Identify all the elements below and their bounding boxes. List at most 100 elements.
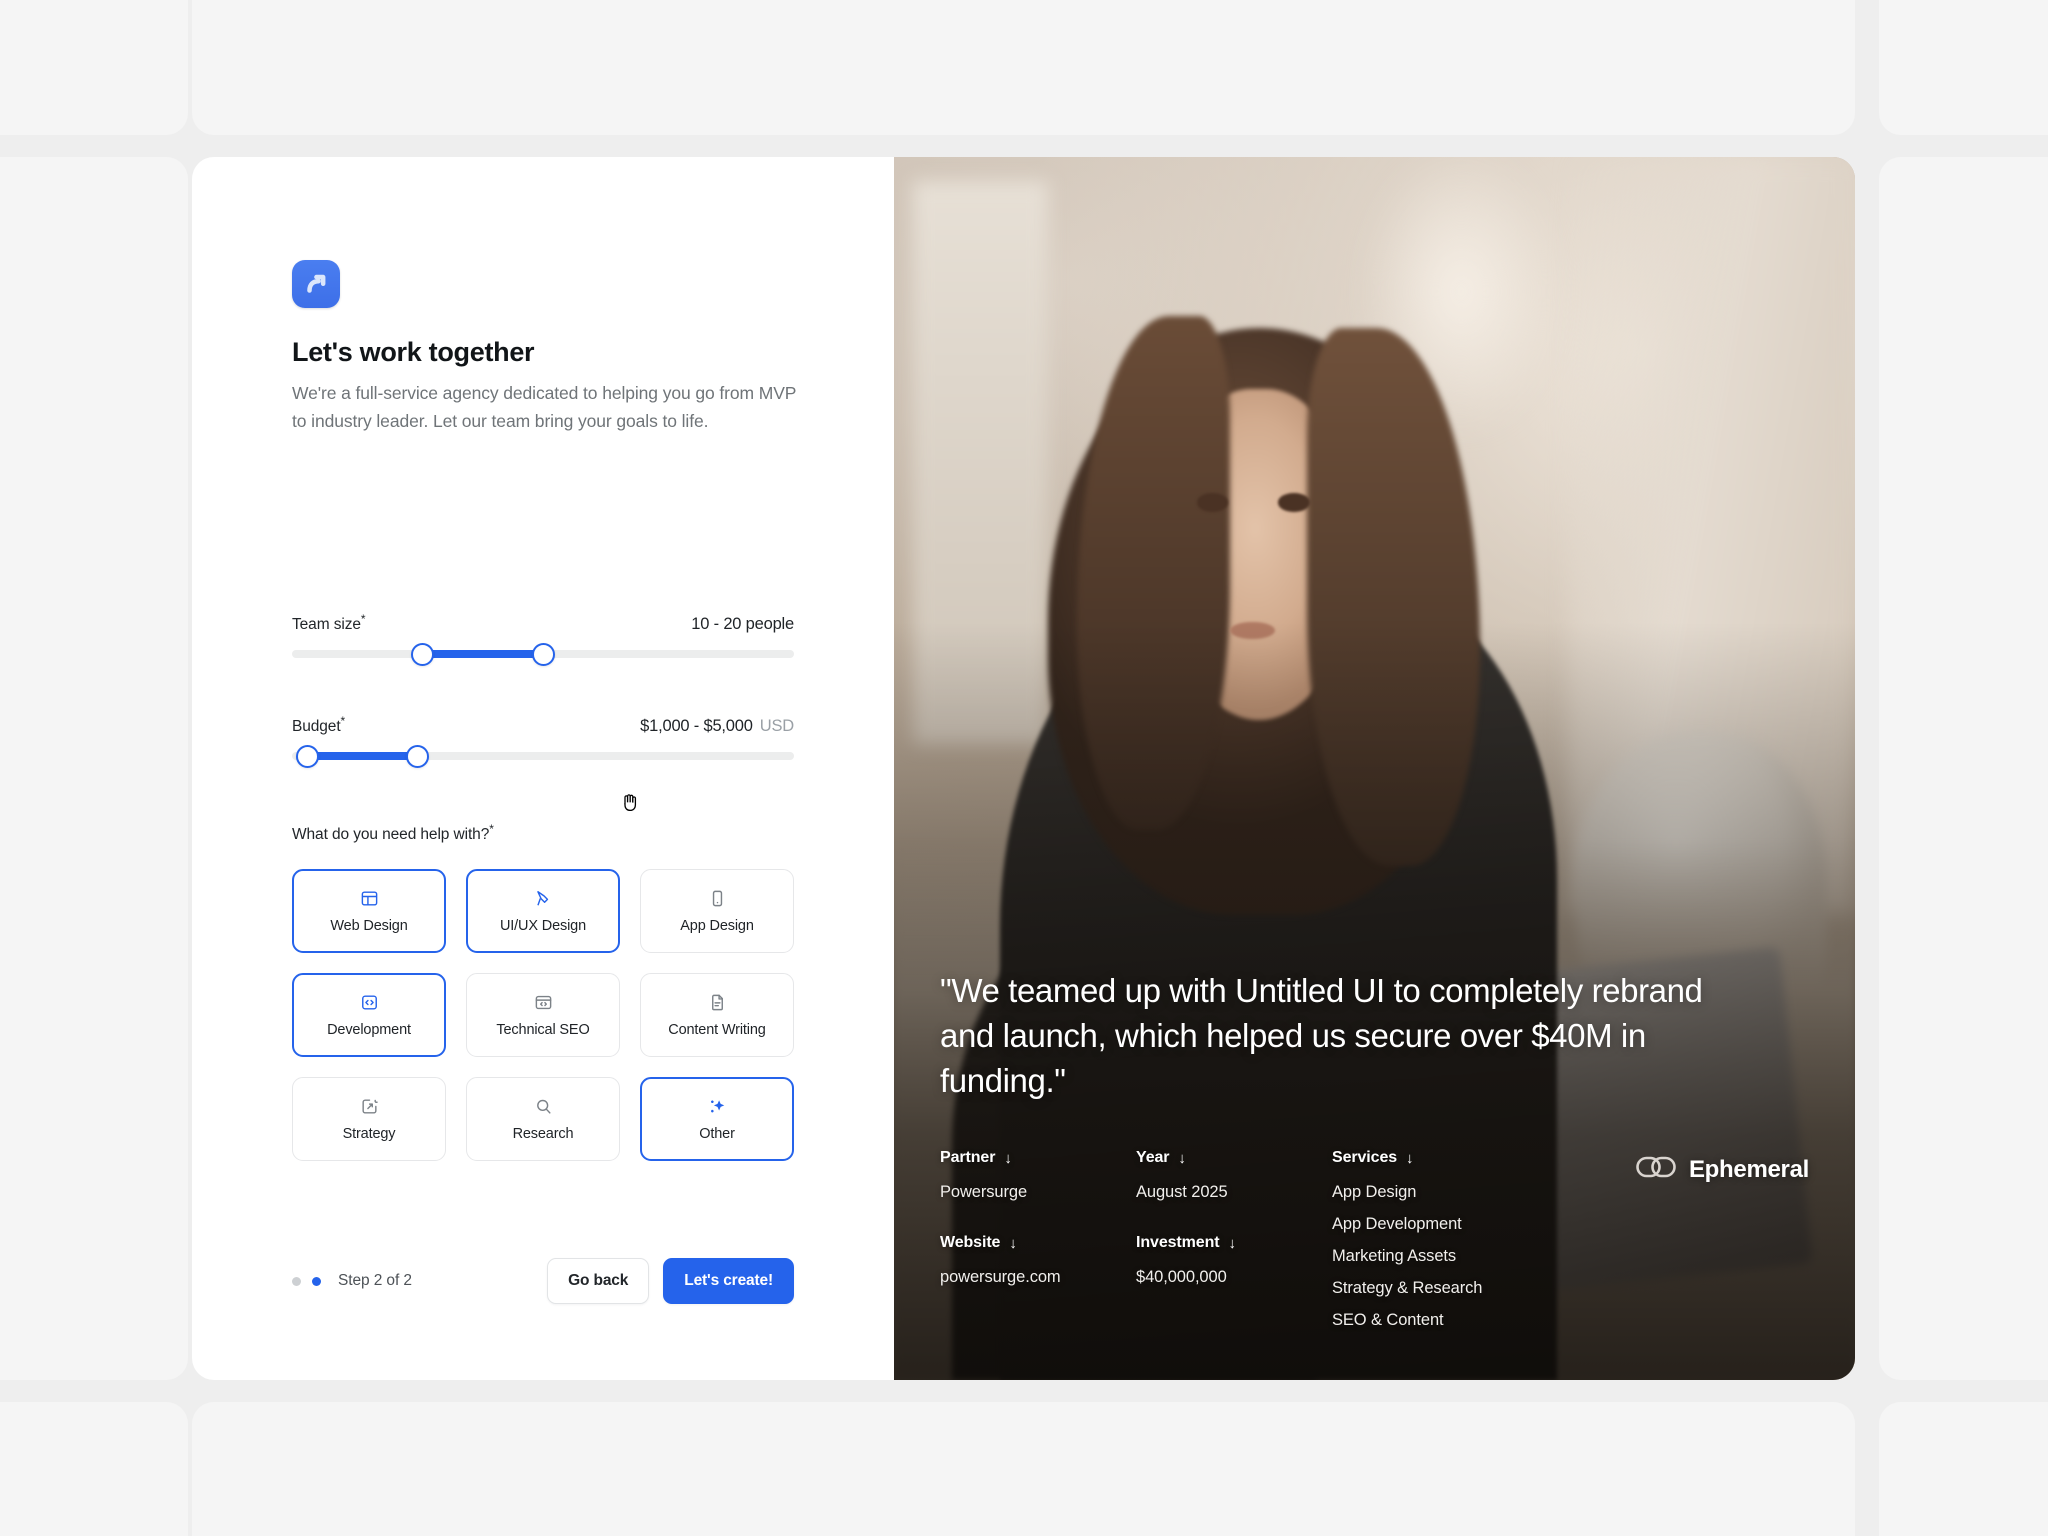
code-brackets-icon (360, 993, 379, 1013)
budget-max-handle[interactable] (406, 744, 429, 768)
service-item: App Design (1332, 1183, 1417, 1201)
help-options-grid: Web Design UI/UX Design App Design Devel… (292, 869, 794, 1161)
team-size-max-handle[interactable] (531, 642, 555, 666)
meta-heading: Services ↓ (1332, 1149, 1414, 1167)
meta-heading: Investment ↓ (1136, 1234, 1236, 1252)
budget-field: Budget* $1,000 - $5,000 USD (292, 714, 794, 768)
step-label: Step 2 of 2 (338, 1272, 412, 1289)
meta-group-year: Year ↓ August 2025 (1136, 1149, 1332, 1208)
interlocking-loops-icon (1635, 1153, 1677, 1186)
background-card (1879, 1402, 2048, 1536)
brand-logo (292, 260, 340, 308)
client-logo-name: Ephemeral (1688, 1155, 1809, 1183)
arrow-down-icon: ↓ (1009, 1234, 1017, 1252)
budget-currency: USD (759, 717, 794, 736)
option-label: App Design (680, 917, 754, 934)
browser-code-icon (534, 993, 553, 1013)
meta-group-investment: Investment ↓ $40,000,000 (1136, 1234, 1332, 1293)
meta-heading: Partner ↓ (940, 1149, 1012, 1167)
screen: Let's work together We're a full-service… (0, 0, 2048, 1536)
meta-value: Powersurge (940, 1183, 1028, 1201)
footer-buttons: Go back Let's create! (547, 1258, 794, 1304)
option-label: Content Writing (668, 1021, 766, 1038)
team-size-field: Team size* 10 - 20 people (292, 612, 794, 666)
option-app-design[interactable]: App Design (640, 869, 794, 953)
meta-column-partner-website: Partner ↓ Powersurge Website ↓ powersurg… (940, 1149, 1136, 1293)
option-development[interactable]: Development (292, 973, 446, 1057)
testimonial-meta: Partner ↓ Powersurge Website ↓ powersurg… (940, 1149, 1809, 1336)
help-with-label: What do you need help with?* (292, 822, 494, 844)
step-dot-1[interactable] (292, 1276, 301, 1286)
arrow-down-icon: ↓ (1228, 1234, 1236, 1252)
service-item: Strategy & Research (1332, 1279, 1483, 1297)
form-pane: Let's work together We're a full-service… (192, 157, 894, 1380)
meta-value: $40,000,000 (1136, 1268, 1227, 1286)
option-label: Development (327, 1021, 411, 1038)
phone-icon (708, 889, 727, 909)
sparkles-icon (707, 1097, 727, 1117)
background-card (0, 157, 188, 1380)
meta-heading: Website ↓ (940, 1234, 1017, 1252)
arrow-down-icon: ↓ (1406, 1149, 1414, 1167)
option-strategy[interactable]: Strategy (292, 1077, 446, 1161)
form-footer: Step 2 of 2 Go back Let's create! (292, 1258, 794, 1304)
background-card (192, 1402, 1855, 1536)
background-card (1879, 0, 2048, 135)
background-card (0, 0, 188, 135)
testimonial-overlay: "We teamed up with Untitled UI to comple… (894, 968, 1855, 1380)
option-other[interactable]: Other (640, 1077, 794, 1161)
layout-grid-icon (360, 889, 379, 909)
option-ui-ux-design[interactable]: UI/UX Design (466, 869, 620, 953)
budget-min-handle[interactable] (295, 744, 319, 768)
target-arrow-icon (360, 1097, 379, 1117)
arrow-down-icon: ↓ (1178, 1149, 1186, 1167)
submit-button[interactable]: Let's create! (663, 1258, 794, 1304)
service-item: SEO & Content (1332, 1311, 1444, 1329)
budget-slider[interactable] (292, 744, 794, 768)
step-dot-2[interactable] (312, 1276, 321, 1286)
meta-group-website: Website ↓ powersurge.com (940, 1234, 1136, 1293)
meta-group-partner: Partner ↓ Powersurge (940, 1149, 1136, 1208)
team-size-min-handle[interactable] (411, 642, 435, 666)
option-label: Web Design (330, 917, 408, 934)
option-research[interactable]: Research (466, 1077, 620, 1161)
budget-range-fill (307, 752, 418, 761)
option-label: Technical SEO (496, 1021, 590, 1038)
testimonial-quote: "We teamed up with Untitled UI to comple… (940, 972, 1703, 1099)
background-card (1879, 157, 2048, 1380)
client-logo: Ephemeral (1635, 1153, 1809, 1186)
meta-column-services: Services ↓ App Design App Development Ma… (1332, 1149, 1632, 1336)
option-label: Other (699, 1125, 735, 1142)
meta-heading: Year ↓ (1136, 1149, 1186, 1167)
meta-column-year-investment: Year ↓ August 2025 Investment ↓ $40,000,… (1136, 1149, 1332, 1293)
background-card (0, 1402, 188, 1536)
option-label: UI/UX Design (499, 917, 587, 934)
background-card (192, 0, 1855, 135)
option-label: Research (512, 1125, 574, 1142)
document-lines-icon (708, 993, 727, 1013)
pen-tool-icon (534, 889, 553, 909)
option-web-design[interactable]: Web Design (292, 869, 446, 953)
service-item: App Development (1332, 1215, 1462, 1233)
budget-value: $1,000 - $5,000 USD (640, 717, 794, 736)
meta-value: August 2025 (1136, 1183, 1228, 1201)
budget-label: Budget* (292, 714, 346, 736)
arrow-up-right-logo-icon (303, 271, 329, 297)
meta-value[interactable]: powersurge.com (940, 1261, 1136, 1293)
page-subtitle: We're a full-service agency dedicated to… (292, 383, 797, 431)
team-size-label: Team size* (292, 612, 366, 634)
option-label: Strategy (342, 1125, 396, 1142)
team-size-value: 10 - 20 people (691, 615, 794, 634)
option-technical-seo[interactable]: Technical SEO (466, 973, 620, 1057)
team-size-slider[interactable] (292, 642, 794, 666)
arrow-down-icon: ↓ (1004, 1149, 1012, 1167)
go-back-button[interactable]: Go back (547, 1258, 650, 1304)
page-title: Let's work together (292, 337, 535, 367)
service-item: Marketing Assets (1332, 1247, 1457, 1265)
contact-form-modal: Let's work together We're a full-service… (192, 157, 1855, 1380)
magnifier-icon (534, 1097, 553, 1117)
team-size-range-fill (422, 650, 543, 659)
step-indicator: Step 2 of 2 (292, 1272, 412, 1290)
option-content-writing[interactable]: Content Writing (640, 973, 794, 1057)
testimonial-pane: "We teamed up with Untitled UI to comple… (894, 157, 1855, 1380)
